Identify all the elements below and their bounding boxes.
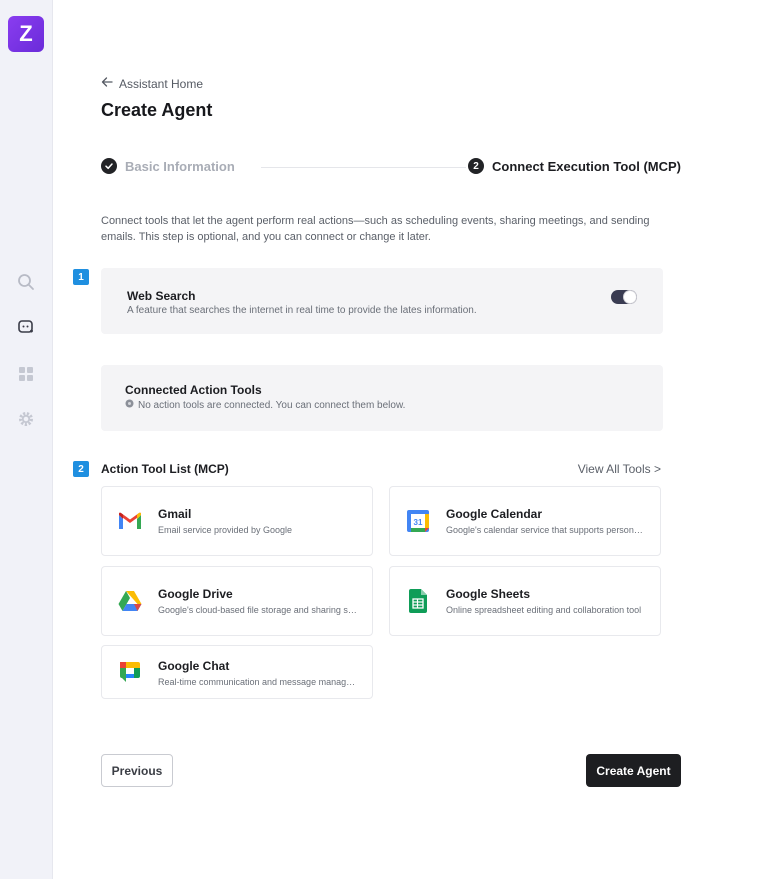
app-logo[interactable]: Z: [8, 16, 44, 52]
tool-name: Google Drive: [158, 587, 233, 601]
step-label: Connect Execution Tool (MCP): [492, 158, 681, 174]
check-icon: [101, 158, 117, 174]
web-search-toggle[interactable]: [611, 290, 637, 304]
view-all-tools-link[interactable]: View All Tools >: [578, 462, 661, 476]
web-search-description: A feature that searches the internet in …: [127, 305, 477, 316]
stepper: Basic Information 2 Connect Execution To…: [101, 158, 681, 178]
tool-card-google-calendar[interactable]: 31 Google Calendar Google's calendar ser…: [389, 486, 661, 556]
back-link-label: Assistant Home: [119, 76, 204, 91]
google-sheets-icon: [406, 589, 430, 613]
step-number: 2: [468, 158, 485, 174]
step-description: Connect tools that let the agent perform…: [101, 215, 650, 243]
svg-text:31: 31: [414, 518, 423, 527]
gmail-icon: [118, 509, 142, 533]
tool-card-google-chat[interactable]: Google Chat Real-time communication and …: [101, 645, 373, 699]
back-link[interactable]: Assistant Home: [101, 76, 203, 91]
tool-name: Google Sheets: [446, 587, 531, 601]
google-chat-icon: [118, 660, 142, 684]
step-divider: [261, 167, 466, 168]
section-badge: 2: [73, 461, 89, 477]
toggle-knob: [624, 291, 636, 303]
connected-tools-title: Connected Action Tools: [125, 383, 262, 397]
tool-card-gmail[interactable]: Gmail Email service provided by Google: [101, 486, 373, 556]
tool-description: Online spreadsheet editing and collabora…: [446, 605, 642, 615]
step-label: Basic Information: [125, 158, 235, 174]
agent-icon[interactable]: [15, 316, 37, 338]
google-calendar-icon: 31: [406, 509, 430, 533]
main-content: Assistant Home Create Agent Basic Inform…: [53, 0, 768, 879]
tool-description: Google's calendar service that supports …: [446, 525, 646, 535]
web-search-panel: Web Search A feature that searches the i…: [101, 268, 663, 334]
connected-tools-empty: No action tools are connected. You can c…: [125, 399, 405, 411]
search-icon[interactable]: [15, 271, 37, 293]
tool-description: Google's cloud-based file storage and sh…: [158, 605, 358, 615]
connected-tools-panel: Connected Action Tools No action tools a…: [101, 365, 663, 431]
page-title: Create Agent: [101, 100, 213, 120]
tool-name: Google Chat: [158, 659, 230, 673]
previous-button[interactable]: Previous: [101, 754, 173, 787]
logo-letter: Z: [19, 21, 33, 46]
grid-icon[interactable]: [15, 363, 37, 385]
tool-card-google-sheets[interactable]: Google Sheets Online spreadsheet editing…: [389, 566, 661, 636]
gear-icon[interactable]: [15, 408, 37, 430]
tool-name: Google Calendar: [446, 507, 543, 521]
google-drive-icon: [118, 589, 142, 613]
step-connect-execution-tool[interactable]: 2 Connect Execution Tool (MCP): [468, 158, 681, 174]
arrow-left-icon: [101, 76, 113, 91]
section-badge: 1: [73, 269, 89, 285]
tool-description: Real-time communication and message mana…: [158, 677, 358, 687]
tool-description: Email service provided by Google: [158, 525, 293, 535]
tool-list-title: Action Tool List (MCP): [101, 462, 229, 476]
web-search-title: Web Search: [127, 289, 196, 303]
info-icon: [125, 399, 134, 411]
sidebar: Z: [0, 0, 53, 879]
step-basic-information[interactable]: Basic Information: [101, 158, 235, 174]
tool-name: Gmail: [158, 507, 192, 521]
create-agent-button[interactable]: Create Agent: [586, 754, 681, 787]
tool-card-google-drive[interactable]: Google Drive Google's cloud-based file s…: [101, 566, 373, 636]
